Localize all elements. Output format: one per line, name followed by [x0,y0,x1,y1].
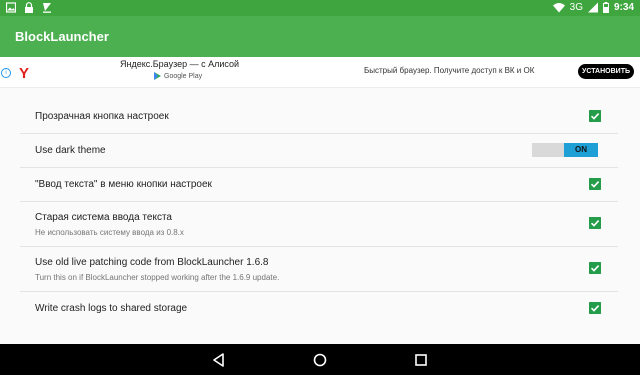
ad-banner[interactable]: i Y Яндекс.Браузер — с Алисой Google Pla… [0,57,640,88]
network-type: 3G [569,2,583,13]
settings-list: Прозрачная кнопка настроек Use dark them… [20,100,618,325]
app-bar: BlockLauncher [0,16,640,57]
navigation-bar [0,344,640,375]
setting-title: Старая система ввода текста [35,212,172,223]
app-title: BlockLauncher [15,29,109,44]
toggle-on-label: ON [564,143,598,157]
back-icon[interactable] [211,352,227,368]
setting-title: "Ввод текста" в меню кнопки настроек [35,179,212,190]
setting-subtitle: Turn this on if BlockLauncher stopped wo… [35,273,280,282]
ad-store-label: Google Play [164,72,203,80]
setting-text-input-menu[interactable]: "Ввод текста" в меню кнопки настроек [20,168,618,202]
toggle-off-area [532,143,564,157]
setting-title: Прозрачная кнопка настроек [35,111,169,122]
setting-title: Use dark theme [35,145,106,156]
download-icon [43,3,51,13]
setting-title: Use old live patching code from BlockLau… [35,257,269,268]
checkbox-checked-icon[interactable] [589,110,601,122]
dark-theme-toggle[interactable]: ON [532,143,598,157]
setting-title: Write crash logs to shared storage [35,303,188,314]
signal-icon [587,2,598,13]
recents-icon[interactable] [413,352,429,368]
lock-icon [25,2,33,13]
ad-info-icon[interactable]: i [1,68,11,78]
image-icon [6,2,16,13]
clock: 9:34 [613,2,634,13]
ad-description[interactable]: Быстрый браузер. Получите доступ к ВК и … [364,66,534,75]
checkbox-checked-icon[interactable] [589,178,601,190]
wifi-icon [552,3,565,13]
ad-logo: Y [19,65,30,82]
setting-crash-logs[interactable]: Write crash logs to shared storage [20,292,618,325]
google-play-icon [154,72,161,80]
setting-transparent-button[interactable]: Прозрачная кнопка настроек [20,100,618,134]
setting-dark-theme[interactable]: Use dark theme ON [20,134,618,168]
ad-store: Google Play [154,72,202,80]
ad-title[interactable]: Яндекс.Браузер — с Алисой [120,59,239,69]
setting-old-live-patching[interactable]: Use old live patching code from BlockLau… [20,247,618,292]
status-bar: 3G 9:34 [0,0,640,16]
setting-subtitle: Не использовать систему ввода из 0.8.x [35,228,184,237]
setting-legacy-text-input[interactable]: Старая система ввода текста Не использов… [20,202,618,247]
checkbox-checked-icon[interactable] [589,262,601,274]
checkbox-checked-icon[interactable] [589,217,601,229]
ad-install-button[interactable]: УСТАНОВИТЬ [578,64,634,79]
home-icon[interactable] [312,352,328,368]
checkbox-checked-icon[interactable] [589,302,601,314]
battery-icon [602,2,609,13]
